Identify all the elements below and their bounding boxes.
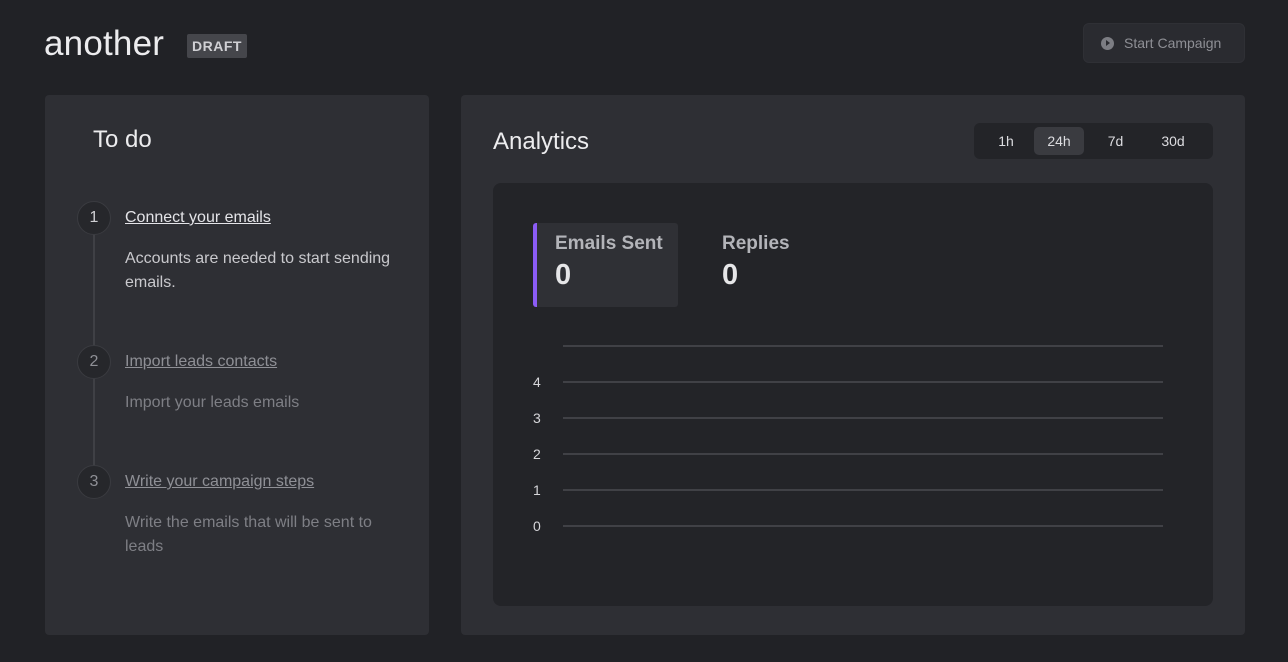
line-chart: 0 1 2 3 4	[533, 345, 1163, 534]
y-tick-label: 3	[533, 410, 541, 426]
step-number: 3	[77, 465, 111, 499]
range-7d-button[interactable]: 7d	[1084, 127, 1147, 155]
y-tick-label: 4	[533, 374, 541, 390]
status-badge: DRAFT	[187, 34, 247, 58]
todo-title: To do	[93, 126, 152, 153]
play-icon	[1101, 36, 1114, 50]
step-description: Accounts are needed to start sending ema…	[125, 250, 391, 291]
import-leads-link[interactable]: Import leads contacts	[125, 353, 277, 371]
range-1h-button[interactable]: 1h	[978, 127, 1034, 155]
analytics-title: Analytics	[493, 128, 590, 155]
step-number: 2	[77, 345, 111, 379]
y-tick-label: 0	[533, 518, 541, 534]
step-description: Import your leads emails	[125, 394, 300, 411]
start-campaign-button[interactable]: Start Campaign	[1083, 23, 1245, 63]
time-range-selector: 1h 24h 7d 30d	[974, 123, 1213, 159]
y-tick-label: 1	[533, 482, 541, 498]
range-24h-button[interactable]: 24h	[1034, 127, 1084, 155]
analytics-chart-card: Emails Sent 0 Replies 0 01234	[493, 183, 1213, 606]
range-30d-button[interactable]: 30d	[1147, 127, 1199, 155]
todo-panel: To do 1 Connect your emails Accounts are…	[45, 95, 429, 635]
step-description: Write the emails that will be sent to le…	[125, 514, 372, 555]
step-number: 1	[77, 201, 111, 235]
start-campaign-label: Start Campaign	[1124, 35, 1222, 51]
page-header: another DRAFT Start Campaign	[0, 0, 1288, 90]
campaign-title: another	[44, 24, 165, 63]
analytics-panel: Analytics 1h 24h 7d 30d Emails Sent 0 Re…	[461, 95, 1245, 635]
write-campaign-steps-link[interactable]: Write your campaign steps	[125, 473, 314, 491]
connect-emails-link[interactable]: Connect your emails	[125, 209, 271, 227]
y-tick-label: 2	[533, 446, 541, 462]
